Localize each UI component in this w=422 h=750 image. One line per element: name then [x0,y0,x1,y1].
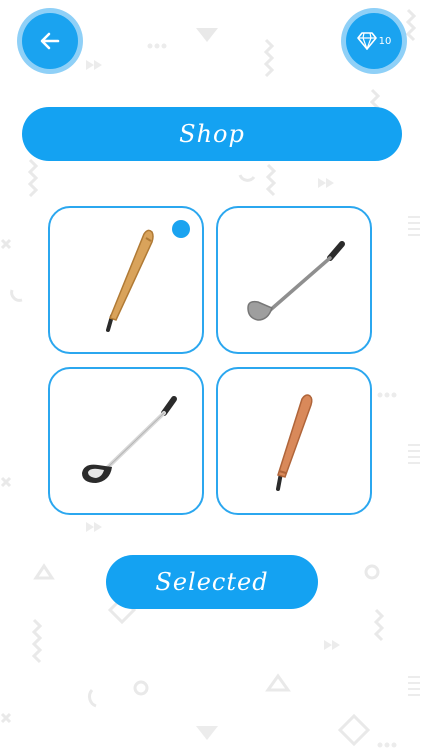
shop-item-2[interactable] [216,206,372,354]
shop-item-3[interactable] [48,367,204,515]
shop-item-1[interactable] [48,206,204,354]
shop-title: Shop [179,120,245,148]
shop-item-4[interactable] [216,367,372,515]
diamond-icon [356,32,377,50]
gem-count: 10 [378,35,392,47]
shop-title-banner: Shop [22,107,402,161]
selected-button[interactable]: Selected [106,555,318,609]
golf-putter-icon [247,241,345,321]
gems-counter[interactable]: 10 [346,13,402,69]
golf-driver-icon [82,396,177,483]
selected-indicator [172,220,190,238]
back-button[interactable] [22,13,78,69]
baseball-bat-icon [276,394,313,491]
selected-label: Selected [155,568,269,596]
arrow-left-icon [40,32,60,50]
